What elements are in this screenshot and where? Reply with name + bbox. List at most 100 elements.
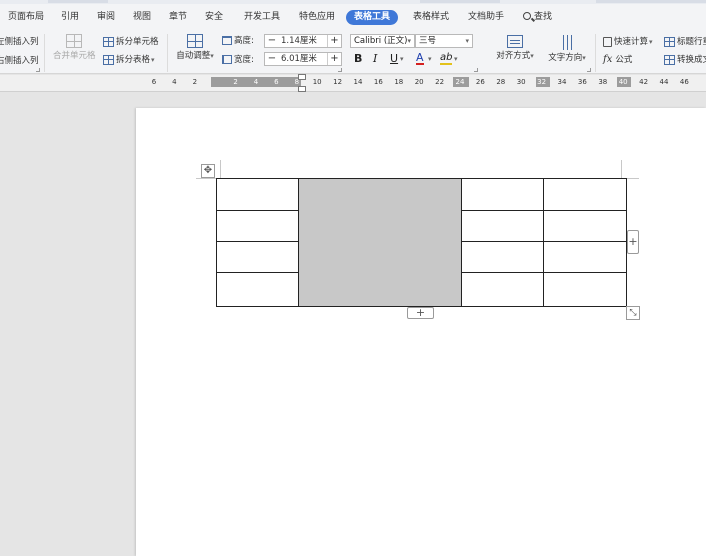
header-repeat-icon — [664, 36, 675, 47]
ruler-tick-label: 32 — [537, 78, 547, 86]
col-width-stepper[interactable]: − 6.01厘米 + — [264, 52, 342, 66]
auto-fit-icon — [187, 34, 203, 48]
text-direction-button[interactable]: 文字方向▾ — [544, 35, 590, 64]
col-width-increase-button[interactable]: + — [327, 53, 341, 65]
ruler-tick-label: 2 — [233, 78, 238, 86]
row-height-stepper[interactable]: − 1.14厘米 + — [264, 34, 342, 48]
table-cell[interactable] — [543, 272, 627, 307]
convert-to-text-label: 转换成文本 — [677, 55, 706, 65]
tab-table-style[interactable]: 表格样式 — [413, 10, 449, 25]
row-height-increase-button[interactable]: + — [327, 35, 341, 47]
underline-button[interactable]: U — [390, 52, 398, 66]
ruler-tick-label: 44 — [659, 78, 669, 86]
formula-button[interactable]: fx 公式 — [603, 54, 632, 66]
table-cell[interactable] — [461, 272, 545, 307]
group-expand-icon[interactable] — [338, 68, 342, 72]
tab-security[interactable]: 安全 — [205, 10, 223, 25]
row-height-decrease-button[interactable]: − — [265, 35, 279, 47]
table-cell[interactable] — [461, 210, 545, 242]
group-expand-icon[interactable] — [474, 68, 478, 72]
underline-dropdown-icon[interactable]: ▾ — [400, 52, 404, 66]
ruler-tick-label: 22 — [435, 78, 445, 86]
search-button[interactable]: 查找 — [523, 10, 552, 25]
bold-button[interactable]: B — [354, 52, 362, 66]
ruler-tick-label: 2 — [192, 78, 198, 86]
col-width-value[interactable]: 6.01厘米 — [281, 53, 317, 65]
quick-calc-label: 快速计算 — [614, 37, 649, 47]
width-label-text: 宽度: — [234, 55, 254, 65]
highlight-button[interactable]: ab — [440, 52, 453, 65]
table-cell[interactable] — [216, 272, 299, 307]
ruler-tick-label: 6 — [151, 78, 157, 86]
table-cell[interactable] — [216, 210, 299, 242]
table-cell[interactable] — [461, 241, 545, 273]
first-line-indent-handle[interactable] — [298, 74, 306, 80]
tab-doc-assistant[interactable]: 文档助手 — [468, 10, 504, 25]
font-name-select[interactable]: Calibri (正文) ▾ — [350, 34, 415, 48]
font-size-value: 三号 — [419, 36, 437, 46]
col-width-decrease-button[interactable]: − — [265, 53, 279, 65]
align-button[interactable]: 对齐方式▾ — [492, 35, 538, 62]
height-label-text: 高度: — [234, 36, 254, 46]
table-move-handle[interactable]: ✥ — [201, 164, 215, 178]
insert-right-column-button[interactable]: 右侧插入列 — [0, 55, 39, 67]
font-color-button[interactable]: A — [416, 52, 424, 65]
ruler-tick-label: 42 — [639, 78, 649, 86]
insert-left-column-button[interactable]: 左侧插入列 — [0, 36, 39, 48]
row-height-value[interactable]: 1.14厘米 — [281, 35, 317, 47]
ruler-tick-label: 4 — [172, 78, 177, 86]
split-table-button[interactable]: 拆分表格▾ — [103, 54, 155, 66]
align-dropdown-icon: ▾ — [530, 52, 534, 60]
group-expand-icon[interactable] — [587, 68, 591, 72]
group-expand-icon[interactable] — [36, 68, 40, 72]
auto-fit-dropdown-icon: ▾ — [210, 52, 214, 60]
table-cell[interactable] — [461, 178, 545, 211]
tab-references[interactable]: 引用 — [61, 10, 79, 25]
font-name-value: Calibri (正文) — [354, 36, 408, 46]
separator — [44, 34, 45, 72]
quick-calc-button[interactable]: 快速计算▾ — [603, 36, 653, 48]
table-cell[interactable] — [543, 178, 627, 211]
horizontal-ruler[interactable]: 6 4 2 2 4 6 8 10 12 14 16 18 20 22 24 26 28 30 32 34 36 38 40 4… — [0, 74, 706, 92]
table-cell[interactable] — [543, 210, 627, 242]
row-height-icon — [222, 36, 232, 45]
tab-review[interactable]: 审阅 — [97, 10, 115, 25]
tab-developer-tools[interactable]: 开发工具 — [244, 10, 280, 25]
ruler-tick-label: 30 — [516, 78, 526, 86]
menu-bar: 页面布局 引用 审阅 视图 章节 安全 开发工具 特色应用 表格工具 表格样式 … — [0, 4, 706, 30]
highlight-dropdown-icon[interactable]: ▾ — [454, 52, 458, 66]
font-size-select[interactable]: 三号 ▾ — [415, 34, 473, 48]
ruler-tick-label: 46 — [679, 78, 689, 86]
row-height-label: 高度: — [222, 35, 254, 47]
table-resize-handle[interactable]: ⤡ — [626, 306, 640, 320]
italic-button[interactable]: I — [373, 52, 377, 66]
convert-to-text-button[interactable]: 转换成文本 — [664, 54, 706, 66]
table-cell[interactable] — [543, 241, 627, 273]
tab-chapter[interactable]: 章节 — [169, 10, 187, 25]
document-table[interactable] — [216, 178, 627, 307]
calculator-icon — [603, 36, 612, 47]
merged-cell[interactable] — [297, 178, 463, 307]
margin-corner-mark — [196, 178, 216, 179]
split-table-label: 拆分表格 — [116, 55, 151, 65]
separator — [595, 34, 596, 72]
add-column-button[interactable]: + — [627, 230, 639, 254]
add-row-button[interactable]: + — [407, 307, 434, 319]
auto-fit-button[interactable]: 自动调整▾ — [174, 34, 216, 62]
ruler-tick-label: 6 — [274, 78, 279, 86]
font-color-dropdown-icon[interactable]: ▾ — [428, 52, 432, 66]
table-cell[interactable] — [216, 178, 299, 211]
tab-page-layout[interactable]: 页面布局 — [8, 10, 44, 25]
merge-cells-button[interactable]: 合并单元格 — [53, 34, 96, 62]
ruler-tick-label: 34 — [557, 78, 567, 86]
split-table-dropdown-icon: ▾ — [151, 56, 155, 64]
ribbon: 左侧插入列 右侧插入列 合并单元格 拆分单元格 拆分表格▾ 自动调整▾ 高度: … — [0, 30, 706, 74]
left-indent-handle[interactable] — [298, 86, 306, 92]
header-repeat-button[interactable]: 标题行重复 — [664, 36, 706, 48]
tab-table-tools[interactable]: 表格工具 — [346, 10, 399, 25]
tab-special-apps[interactable]: 特色应用 — [299, 10, 335, 25]
split-cells-button[interactable]: 拆分单元格 — [103, 36, 159, 48]
table-cell[interactable] — [216, 241, 299, 273]
tab-view[interactable]: 视图 — [133, 10, 151, 25]
ruler-tick-label: 26 — [475, 78, 485, 86]
